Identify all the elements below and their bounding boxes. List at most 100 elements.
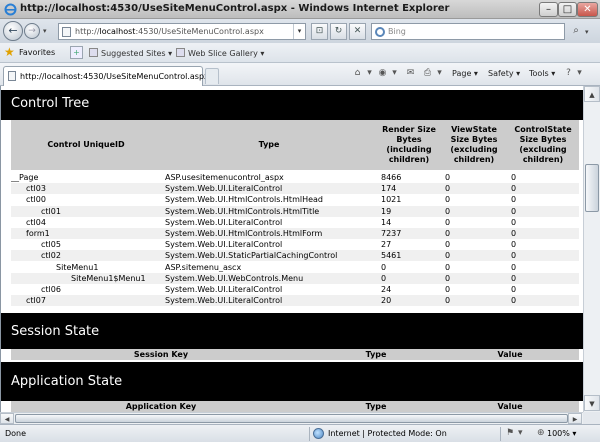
cell-viewstate-size: 0 <box>445 229 451 238</box>
maximize-button[interactable]: □ <box>558 2 577 17</box>
cell-control-id: __Page <box>11 173 39 182</box>
application-state-title: Application State <box>11 374 123 389</box>
recent-pages-dropdown[interactable]: ▾ <box>43 27 47 35</box>
compatibility-view-icon[interactable]: ⊡ <box>311 23 328 40</box>
cell-controlstate-size: 0 <box>511 240 517 250</box>
cell-viewstate-size: 0 <box>445 217 451 227</box>
cell-viewstate-size: 0 <box>445 184 451 194</box>
print-dropdown-icon[interactable]: ▾ <box>434 68 445 79</box>
safety-menu[interactable]: Safety ▾ <box>488 69 520 78</box>
tab-page-icon <box>8 71 16 81</box>
cell-control-id: ctl05 <box>41 240 61 250</box>
search-dropdown-icon[interactable]: ▾ <box>585 28 589 36</box>
address-bar[interactable]: http://localhost:4530/UseSiteMenuControl… <box>58 23 306 40</box>
search-icon[interactable]: ⌕ <box>568 23 584 40</box>
cell-viewstate-size: 0 <box>445 262 451 272</box>
cell-type: System.Web.UI.HtmlControls.HtmlHead <box>165 195 323 205</box>
horizontal-scrollbar[interactable]: ◀ ▶ <box>0 412 583 424</box>
forward-button[interactable]: → <box>24 23 40 39</box>
home-dropdown-icon[interactable]: ▾ <box>364 68 375 79</box>
vertical-scroll-thumb[interactable] <box>585 164 599 212</box>
table-row: SiteMenu1$Menu1 System.Web.UI.WebControls… <box>11 272 579 284</box>
feeds-dropdown-icon[interactable]: ▾ <box>389 68 400 79</box>
horizontal-scroll-thumb[interactable] <box>15 414 568 423</box>
status-text: Done <box>5 429 27 438</box>
zoom-level[interactable]: 100% ▾ <box>547 429 576 438</box>
feeds-icon[interactable]: ◉ <box>377 68 388 79</box>
address-url[interactable]: http://localhost:4530/UseSiteMenuControl… <box>75 27 264 36</box>
home-icon[interactable]: ⌂ <box>352 68 363 79</box>
cell-type: System.Web.UI.HtmlControls.HtmlForm <box>165 229 323 238</box>
cell-controlstate-size: 0 <box>511 251 517 261</box>
minimize-button[interactable]: – <box>539 2 558 17</box>
control-tree-title: Control Tree <box>11 96 90 111</box>
column-header-application-type: Type <box>365 402 387 411</box>
print-icon[interactable]: ⎙ <box>422 68 433 79</box>
cell-viewstate-size: 0 <box>445 251 451 261</box>
back-button[interactable]: ← <box>3 21 23 41</box>
table-row: ctl06 System.Web.UI.LiteralControl 24 0 0 <box>11 284 579 295</box>
cell-type: System.Web.UI.LiteralControl <box>165 240 283 250</box>
cell-render-size: 174 <box>381 184 397 194</box>
address-dropdown-icon[interactable]: ▾ <box>293 24 305 39</box>
table-row: ctl04 System.Web.UI.LiteralControl 14 0 0 <box>11 217 579 228</box>
page-icon <box>62 27 71 37</box>
page-content: Control Tree Control UniqueID Type Rende… <box>0 86 583 412</box>
window-title: http://localhost:4530/UseSiteMenuControl… <box>20 3 450 14</box>
cell-control-id: SiteMenu1$Menu1 <box>71 273 146 283</box>
cell-render-size: 1021 <box>381 195 402 205</box>
cell-type: System.Web.UI.WebControls.Menu <box>165 273 304 283</box>
control-tree-header: Control Tree <box>1 90 583 120</box>
scroll-down-icon[interactable]: ▼ <box>584 395 600 411</box>
cell-control-id: ctl02 <box>41 251 61 261</box>
web-slice-gallery-link[interactable]: Web Slice Gallery ▾ <box>176 48 264 58</box>
security-zone[interactable]: Internet | Protected Mode: On <box>328 429 447 438</box>
zoom-icon[interactable]: ⊕ <box>537 428 545 438</box>
cell-controlstate-size: 0 <box>511 262 517 272</box>
cell-type: System.Web.UI.StaticPartialCachingContro… <box>165 251 338 261</box>
cell-controlstate-size: 0 <box>511 195 517 205</box>
scroll-up-icon[interactable]: ▲ <box>584 86 600 102</box>
tab-active[interactable]: http://localhost:4530/UseSiteMenuControl… <box>3 66 209 86</box>
favorites-button[interactable]: Favorites <box>19 48 55 57</box>
column-header-render: Render Size Bytes (including children) <box>382 125 436 164</box>
column-header-controlstate: ControlState Size Bytes (excluding child… <box>514 125 572 164</box>
close-button[interactable]: ✕ <box>577 2 598 17</box>
suggested-sites-link[interactable]: Suggested Sites ▾ <box>89 48 172 58</box>
cell-type: System.Web.UI.LiteralControl <box>165 217 283 227</box>
scroll-left-icon[interactable]: ◀ <box>0 413 14 424</box>
cell-viewstate-size: 0 <box>445 195 451 205</box>
scroll-right-icon[interactable]: ▶ <box>568 413 582 424</box>
help-icon[interactable]: ? <box>563 68 574 79</box>
mail-icon[interactable]: ✉ <box>405 68 416 79</box>
help-dropdown-icon[interactable]: ▾ <box>574 68 585 79</box>
favorites-star-icon[interactable]: ★ <box>4 45 15 59</box>
search-box[interactable]: Bing <box>371 23 565 40</box>
cell-controlstate-size: 0 <box>511 285 517 294</box>
table-row: __Page ASP.usesitemenucontrol_aspx 8466 0 0 <box>11 172 579 183</box>
cell-render-size: 8466 <box>381 173 402 182</box>
page-menu[interactable]: Page ▾ <box>452 69 478 78</box>
application-state-columns: Application Key Type Value <box>11 401 579 412</box>
title-bar: http://localhost:4530/UseSiteMenuControl… <box>0 0 600 19</box>
protected-mode-icon[interactable]: ⚑ <box>506 428 514 438</box>
protected-mode-dropdown-icon[interactable]: ▾ <box>518 428 523 438</box>
bing-icon <box>375 27 385 37</box>
cell-render-size: 19 <box>381 206 392 216</box>
ie-logo-icon <box>4 3 17 16</box>
new-tab-button[interactable] <box>205 68 219 84</box>
add-favorite-icon[interactable]: + <box>70 46 83 59</box>
cell-controlstate-size: 0 <box>511 273 517 283</box>
table-row: ctl05 System.Web.UI.LiteralControl 27 0 0 <box>11 239 579 250</box>
tools-menu[interactable]: Tools ▾ <box>529 69 555 78</box>
column-header-session-type: Type <box>365 350 387 359</box>
cell-render-size: 20 <box>381 296 392 306</box>
stop-icon[interactable]: ✕ <box>349 23 366 40</box>
vertical-scrollbar[interactable]: ▲ ▼ <box>583 86 600 412</box>
table-row: form1 System.Web.UI.HtmlControls.HtmlForm… <box>11 228 579 239</box>
search-placeholder: Bing <box>388 27 406 36</box>
cell-type: ASP.usesitemenucontrol_aspx <box>165 173 284 182</box>
refresh-icon[interactable]: ↻ <box>330 23 347 40</box>
application-state-header: Application State <box>1 362 583 401</box>
column-header-session-key: Session Key <box>133 350 189 359</box>
